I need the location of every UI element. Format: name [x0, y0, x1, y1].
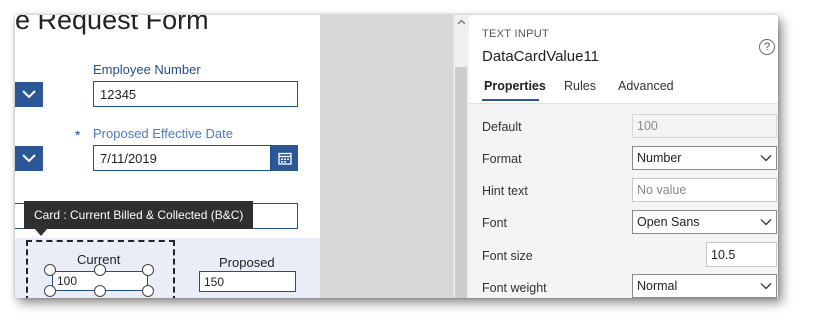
- help-icon[interactable]: ?: [759, 39, 775, 55]
- prop-label-format: Format: [482, 152, 522, 166]
- required-asterisk: *: [75, 127, 81, 143]
- format-value: Number: [637, 151, 682, 165]
- resize-handle[interactable]: [142, 285, 154, 297]
- dropdown-button[interactable]: [15, 146, 43, 171]
- prop-label-font-size: Font size: [482, 249, 533, 263]
- font-value: Open Sans: [637, 215, 700, 229]
- default-input: 100: [632, 114, 777, 138]
- control-name: DataCardValue11: [482, 48, 600, 65]
- tab-properties[interactable]: Properties: [484, 79, 546, 93]
- properties-pane: TEXT INPUT DataCardValue11 ? Properties …: [469, 15, 778, 298]
- font-size-input[interactable]: 10.5: [706, 242, 777, 267]
- font-weight-value: Normal: [637, 279, 678, 293]
- resize-handle[interactable]: [94, 285, 106, 297]
- chevron-down-icon: [760, 155, 772, 162]
- control-type: TEXT INPUT: [482, 28, 549, 40]
- effective-date-label: Proposed Effective Date: [93, 126, 233, 141]
- card-tooltip: Card : Current Billed & Collected (B&C): [24, 201, 253, 229]
- prop-label-default: Default: [482, 120, 522, 134]
- prop-label-font: Font: [482, 216, 508, 230]
- canvas-background: [320, 15, 453, 298]
- dropdown-button[interactable]: [15, 82, 43, 107]
- prop-label-hint-text: Hint text: [482, 184, 528, 198]
- effective-date-input[interactable]: 7/11/2019: [93, 145, 271, 171]
- tooltip-arrow: [35, 229, 47, 236]
- form-canvas: e Request Form Employee Number 12345 * P…: [15, 15, 320, 298]
- prop-label-font-weight: Font weight: [482, 281, 547, 295]
- calendar-button[interactable]: [271, 145, 298, 171]
- properties-list: Default 100 Format Number Hint text No v…: [469, 104, 778, 298]
- chevron-down-icon: [22, 154, 36, 163]
- resize-handle[interactable]: [44, 285, 56, 297]
- tab-advanced[interactable]: Advanced: [618, 79, 674, 93]
- employee-number-label: Employee Number: [93, 62, 201, 77]
- hint-text-input[interactable]: No value: [632, 178, 777, 202]
- font-weight-dropdown[interactable]: Normal: [632, 274, 777, 298]
- screenshot-frame: e Request Form Employee Number 12345 * P…: [15, 15, 778, 298]
- active-tab-indicator: [482, 99, 539, 101]
- chevron-down-icon: [22, 90, 36, 99]
- font-dropdown[interactable]: Open Sans: [632, 210, 777, 234]
- tab-rules[interactable]: Rules: [564, 79, 596, 93]
- resize-handle[interactable]: [94, 264, 106, 276]
- employee-number-input[interactable]: 12345: [93, 81, 298, 107]
- form-title: e Request Form: [15, 15, 209, 35]
- resize-handle[interactable]: [44, 264, 56, 276]
- calendar-icon: [277, 152, 292, 165]
- chevron-down-icon: [760, 219, 772, 226]
- scroll-up-icon[interactable]: [457, 17, 466, 28]
- scrollbar-thumb[interactable]: [455, 67, 467, 298]
- format-dropdown[interactable]: Number: [632, 146, 777, 170]
- proposed-value-input[interactable]: 150: [199, 271, 296, 292]
- proposed-label: Proposed: [219, 255, 275, 270]
- chevron-down-icon: [760, 283, 772, 290]
- resize-handle[interactable]: [142, 264, 154, 276]
